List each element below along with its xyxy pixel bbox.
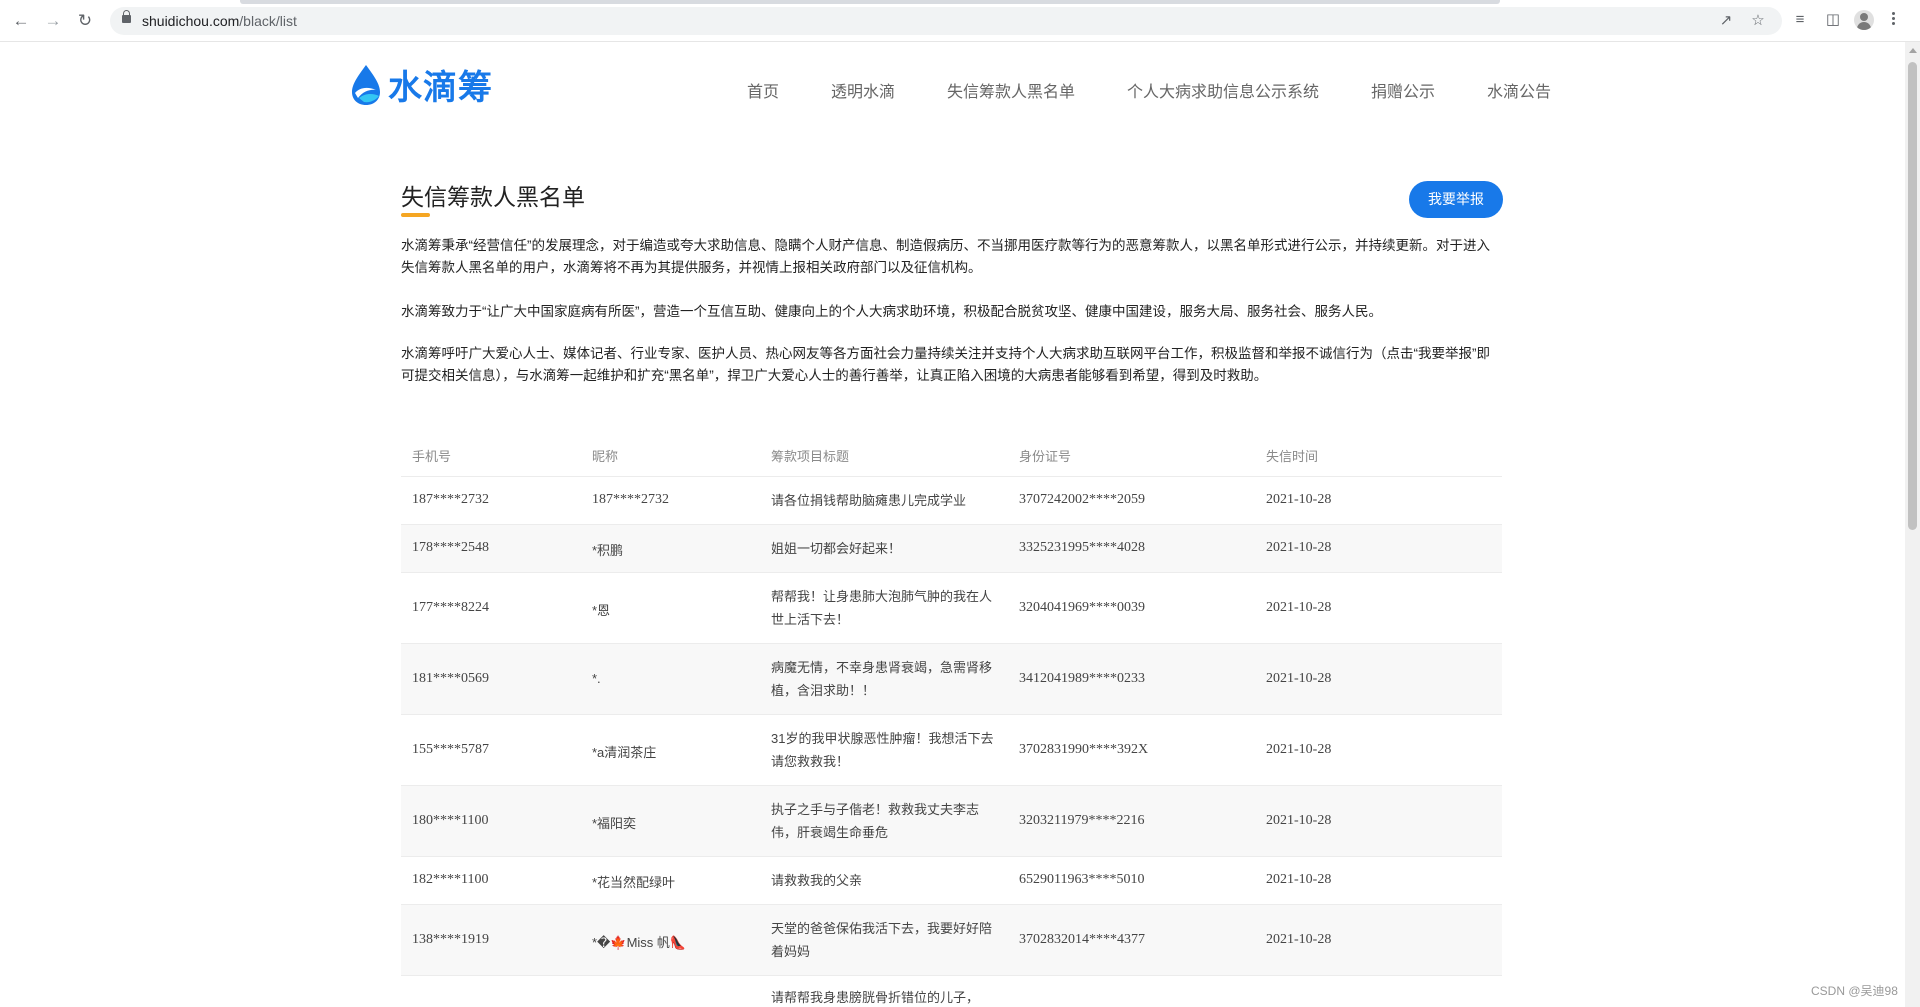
header-nickname: 昵称 <box>592 449 619 464</box>
url-text[interactable]: shuidichou.com/black/list <box>142 13 297 29</box>
table-row: 请帮帮我身患膀胱骨折错位的儿子， <box>401 976 1502 1007</box>
nav-announcements[interactable]: 水滴公告 <box>1487 78 1551 102</box>
table-row: 155****5787 *a清润茶庄 31岁的我甲状腺恶性肿瘤！我想活下去请您救… <box>401 715 1502 786</box>
table-row: 138****1919 *�🍁Miss 帆👠 天堂的爸爸保佑我活下去，我要好好陪… <box>401 905 1502 976</box>
nav-donation-disclosure[interactable]: 捐赠公示 <box>1371 78 1435 102</box>
cell-phone: 181****0569 <box>412 671 489 686</box>
cell-date: 2021-10-28 <box>1266 742 1332 757</box>
cell-project-title[interactable]: 姐姐一切都会好起来！ <box>771 537 996 560</box>
cell-nickname: *积鹏 <box>592 543 624 558</box>
cell-date: 2021-10-28 <box>1266 492 1332 507</box>
csdn-watermark: CSDN @吴迪98 <box>1811 984 1898 998</box>
scrollbar-thumb[interactable] <box>1908 62 1917 530</box>
forward-icon[interactable]: → <box>42 10 64 32</box>
cell-id-number: 3412041989****0233 <box>1019 671 1145 686</box>
cell-project-title[interactable]: 请救救我的父亲 <box>771 869 996 892</box>
cell-id-number: 3203211979****2216 <box>1019 813 1145 828</box>
cell-date: 2021-10-28 <box>1266 813 1332 828</box>
side-panel-icon[interactable]: ◫ <box>1823 10 1843 30</box>
page-title: 失信筹款人黑名单 <box>401 184 585 210</box>
cell-project-title[interactable]: 执子之手与子偕老！救救我丈夫李志伟，肝衰竭生命垂危 <box>771 798 996 844</box>
cell-phone: 187****2732 <box>412 492 489 507</box>
nav-disclosure-system[interactable]: 个人大病求助信息公示系统 <box>1127 78 1319 102</box>
table-row: 180****1100 *福阳奕 执子之手与子偕老！救救我丈夫李志伟，肝衰竭生命… <box>401 786 1502 857</box>
cell-project-title[interactable]: 31岁的我甲状腺恶性肿瘤！我想活下去请您救救我！ <box>771 727 996 773</box>
bookmark-star-icon[interactable]: ☆ <box>1748 11 1768 31</box>
table-row: 178****2548 *积鹏 姐姐一切都会好起来！ 3325231995***… <box>401 525 1502 573</box>
cell-nickname: *. <box>592 671 601 686</box>
cell-phone: 138****1919 <box>412 932 489 947</box>
scroll-up-icon[interactable] <box>1909 48 1917 53</box>
header-id-number: 身份证号 <box>1019 449 1072 464</box>
lock-icon <box>122 10 131 23</box>
cell-phone: 182****1100 <box>412 872 489 887</box>
address-bar[interactable]: shuidichou.com/black/list ↗ ☆ <box>110 7 1782 35</box>
reload-icon[interactable]: ↻ <box>74 10 96 32</box>
profile-avatar-icon[interactable] <box>1854 10 1874 30</box>
table-row: 177****8224 *恩 帮帮我！让身患肺大泡肺气肿的我在人世上活下去！ 3… <box>401 573 1502 644</box>
cell-project-title[interactable]: 请各位捐钱帮助脑瘫患儿完成学业 <box>771 489 996 512</box>
cell-project-title[interactable]: 请帮帮我身患膀胱骨折错位的儿子， <box>771 986 996 1007</box>
cell-id-number: 3325231995****4028 <box>1019 540 1145 555</box>
cell-nickname: 187****2732 <box>592 492 669 507</box>
cell-project-title[interactable]: 帮帮我！让身患肺大泡肺气肿的我在人世上活下去！ <box>771 585 996 631</box>
cell-phone: 177****8224 <box>412 600 489 615</box>
cell-nickname: *福阳奕 <box>592 816 637 831</box>
header-project-title: 筹款项目标题 <box>771 449 850 464</box>
cell-id-number: 6529011963****5010 <box>1019 872 1145 887</box>
cell-id-number: 3204041969****0039 <box>1019 600 1145 615</box>
table-header: 手机号 昵称 筹款项目标题 身份证号 失信时间 <box>401 433 1502 477</box>
page-scrollbar[interactable] <box>1905 42 1920 1007</box>
browser-toolbar: ← → ↻ shuidichou.com/black/list ↗ ☆ ≡ ◫ <box>0 0 1920 42</box>
cell-nickname: *a清润茶庄 <box>592 745 657 760</box>
cell-date: 2021-10-28 <box>1266 540 1332 555</box>
header-dishonest-date: 失信时间 <box>1266 449 1319 464</box>
report-button[interactable]: 我要举报 <box>1409 181 1503 218</box>
site-logo[interactable]: 水滴筹 <box>349 62 493 107</box>
intro-paragraph-2: 水滴筹致力于“让广大中国家庭病有所医”，营造一个互信互助、健康向上的个人大病求助… <box>401 304 1382 319</box>
cell-nickname: *花当然配绿叶 <box>592 875 676 890</box>
tab-strip-edge <box>240 0 1500 4</box>
nav-blacklist[interactable]: 失信筹款人黑名单 <box>947 78 1075 102</box>
share-icon[interactable]: ↗ <box>1716 11 1736 31</box>
intro-paragraph-1: 水滴筹秉承“经营信任”的发展理念，对于编造或夸大求助信息、隐瞒个人财产信息、制造… <box>401 238 1490 275</box>
back-icon[interactable]: ← <box>10 10 32 32</box>
cell-project-title[interactable]: 天堂的爸爸保佑我活下去，我要好好陪着妈妈 <box>771 917 996 963</box>
cell-phone: 180****1100 <box>412 813 489 828</box>
logo-text: 水滴筹 <box>388 68 493 107</box>
cell-id-number: 3702831990****392X <box>1019 742 1149 757</box>
header-phone: 手机号 <box>412 449 452 464</box>
cell-nickname: *�🍁Miss 帆👠 <box>592 935 687 950</box>
water-drop-logo-icon <box>352 65 380 105</box>
cell-nickname: *恩 <box>592 603 611 618</box>
more-menu-icon[interactable] <box>1890 10 1896 30</box>
cell-date: 2021-10-28 <box>1266 932 1332 947</box>
nav-transparent-shuidi[interactable]: 透明水滴 <box>831 78 895 102</box>
cell-project-title[interactable]: 病魔无情，不幸身患肾衰竭，急需肾移植，含泪求助！！ <box>771 656 996 702</box>
cell-date: 2021-10-28 <box>1266 671 1332 686</box>
cell-date: 2021-10-28 <box>1266 872 1332 887</box>
table-row: 182****1100 *花当然配绿叶 请救救我的父亲 6529011963**… <box>401 857 1502 905</box>
table-row: 181****0569 *. 病魔无情，不幸身患肾衰竭，急需肾移植，含泪求助！！… <box>401 644 1502 715</box>
nav-home[interactable]: 首页 <box>747 78 779 102</box>
cell-id-number: 3707242002****2059 <box>1019 492 1145 507</box>
intro-paragraph-3: 水滴筹呼吁广大爱心人士、媒体记者、行业专家、医护人员、热心网友等各方面社会力量持… <box>401 346 1490 383</box>
title-underline <box>401 213 430 217</box>
cell-id-number: 3702832014****4377 <box>1019 932 1145 947</box>
cell-phone: 155****5787 <box>412 742 489 757</box>
cell-phone: 178****2548 <box>412 540 489 555</box>
cell-date: 2021-10-28 <box>1266 600 1332 615</box>
table-row: 187****2732 187****2732 请各位捐钱帮助脑瘫患儿完成学业 … <box>401 477 1502 525</box>
reading-list-icon[interactable]: ≡ <box>1790 10 1810 30</box>
